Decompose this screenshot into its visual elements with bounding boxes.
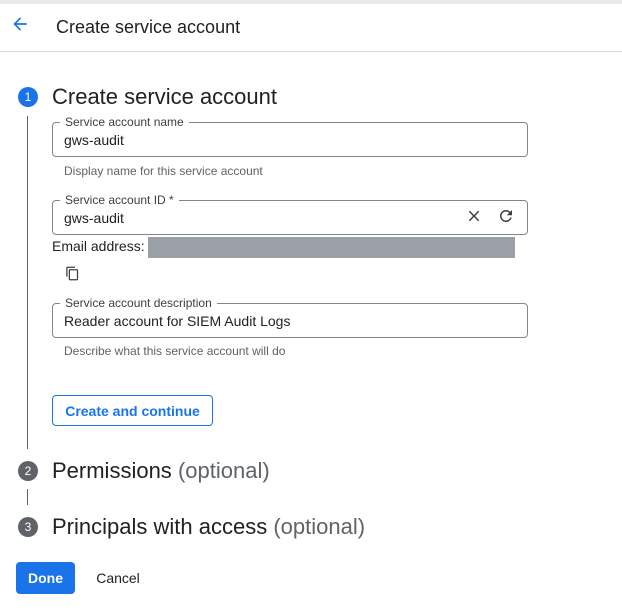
step-2-indicator: 2 xyxy=(18,461,38,481)
service-account-description-value: Reader account for SIEM Audit Logs xyxy=(64,313,291,329)
create-and-continue-button[interactable]: Create and continue xyxy=(52,395,213,426)
clear-id-button[interactable] xyxy=(464,208,484,228)
step-3-title[interactable]: Principals with access (optional) xyxy=(52,514,365,540)
service-account-name-field[interactable]: Service account name gws-audit xyxy=(52,114,528,157)
step-3-indicator: 3 xyxy=(18,517,38,537)
close-icon xyxy=(465,207,483,230)
service-account-id-label: Service account ID * xyxy=(60,192,179,208)
service-account-name-label: Service account name xyxy=(60,114,189,130)
copy-email-button[interactable] xyxy=(62,266,82,286)
email-address-label: Email address: xyxy=(52,238,145,254)
service-account-name-helper: Display name for this service account xyxy=(64,164,263,178)
service-account-description-helper: Describe what this service account will … xyxy=(64,344,286,358)
service-account-name-value: gws-audit xyxy=(64,132,124,148)
step-3-optional: (optional) xyxy=(273,514,366,539)
page-header: Create service account xyxy=(0,4,622,52)
step-2-optional: (optional) xyxy=(177,458,270,483)
step-connector-2 xyxy=(27,489,28,505)
service-account-id-value: gws-audit xyxy=(64,210,124,226)
email-address-redacted xyxy=(148,237,515,258)
back-button[interactable] xyxy=(6,12,34,40)
step-2-title[interactable]: Permissions (optional) xyxy=(52,458,270,484)
page-title: Create service account xyxy=(56,17,241,37)
refresh-icon xyxy=(497,207,515,230)
step-1-indicator: 1 xyxy=(18,87,38,107)
arrow-back-icon xyxy=(10,14,30,39)
cancel-button[interactable]: Cancel xyxy=(86,562,150,594)
regenerate-id-button[interactable] xyxy=(496,208,516,228)
service-account-id-field[interactable]: Service account ID * gws-audit xyxy=(52,192,528,235)
service-account-description-field[interactable]: Service account description Reader accou… xyxy=(52,295,528,338)
step-1-title: Create service account xyxy=(52,84,277,109)
copy-icon xyxy=(65,266,80,286)
step-connector-1 xyxy=(27,116,28,449)
service-account-description-label: Service account description xyxy=(60,295,217,311)
done-button[interactable]: Done xyxy=(16,562,75,594)
